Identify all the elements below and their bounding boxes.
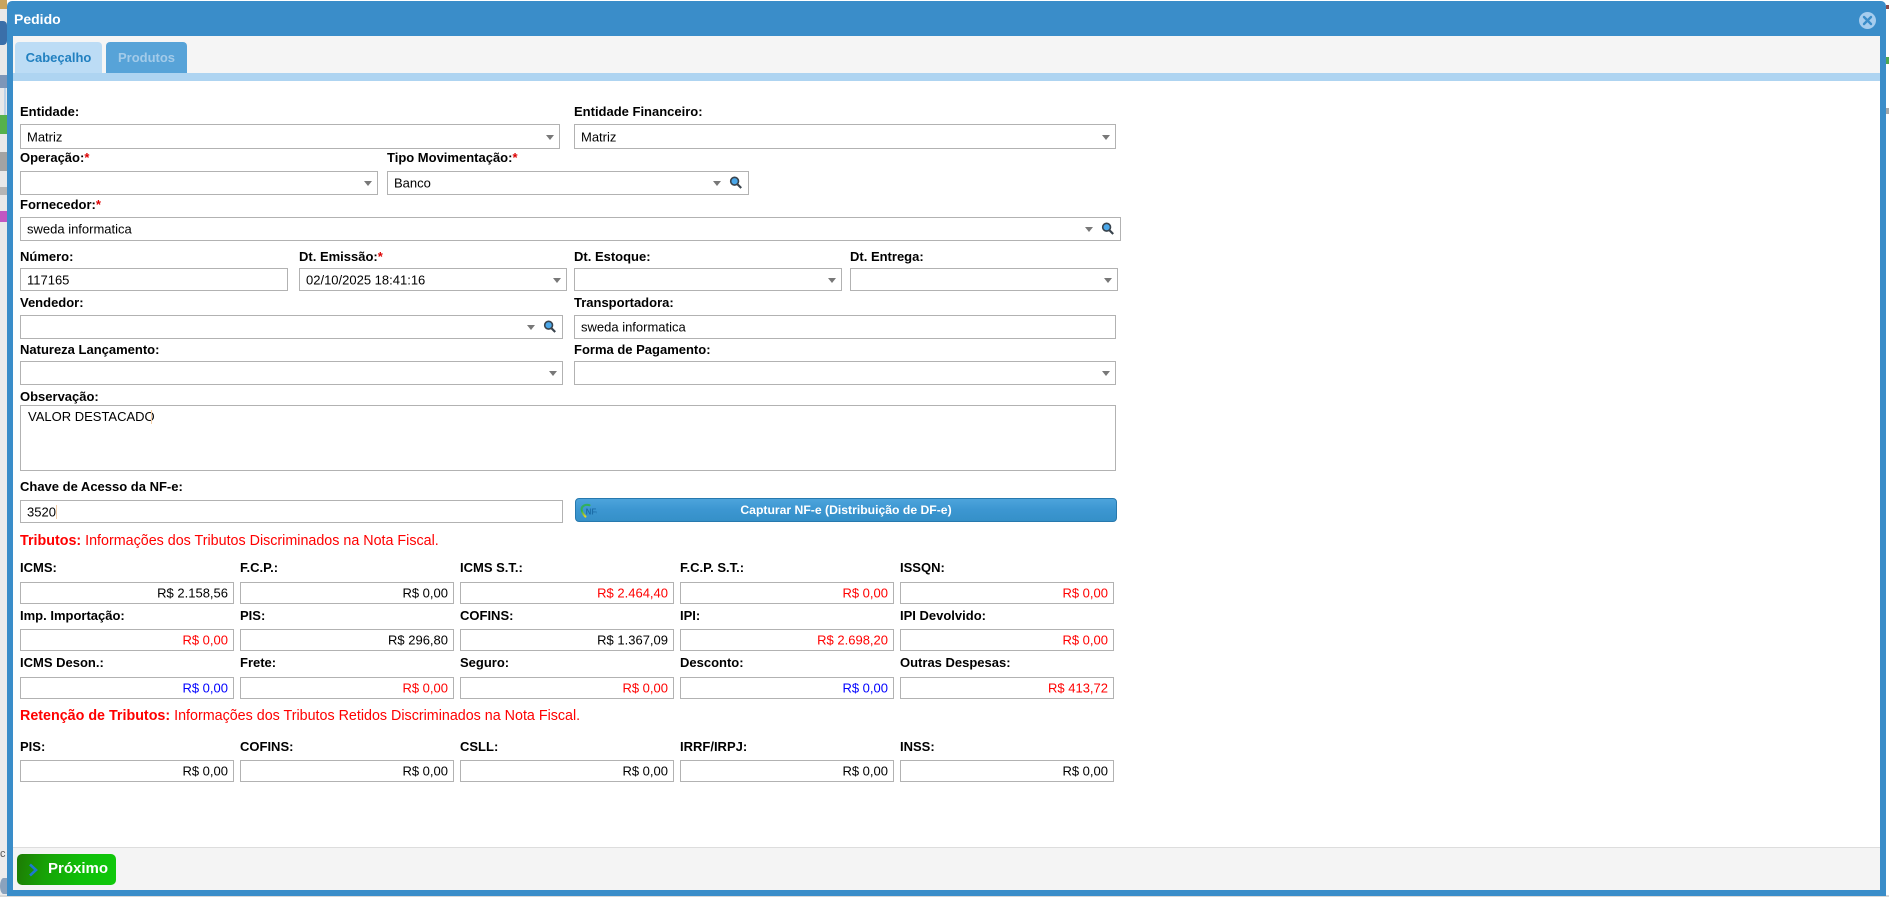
- svg-text:NFe: NFe: [586, 508, 597, 517]
